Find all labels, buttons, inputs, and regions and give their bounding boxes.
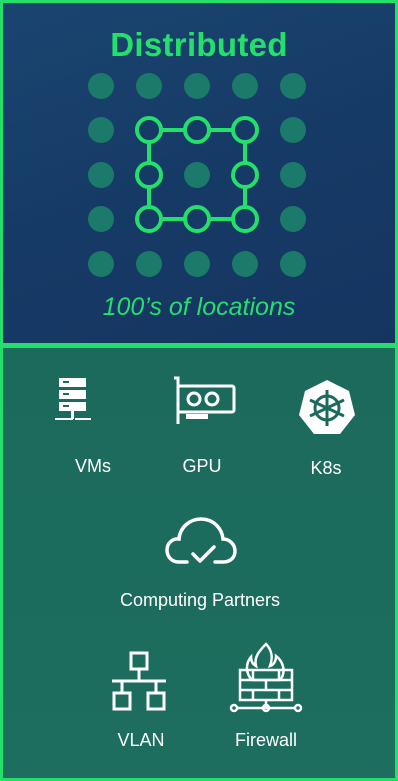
location-dot bbox=[136, 251, 162, 277]
vlan-label: VLAN bbox=[117, 730, 165, 750]
location-dot bbox=[88, 117, 114, 143]
location-dot bbox=[184, 251, 210, 277]
location-dot bbox=[232, 73, 258, 99]
loop-node bbox=[183, 205, 211, 233]
loop-node bbox=[231, 116, 259, 144]
server-rack-icon bbox=[55, 378, 91, 420]
location-dot bbox=[88, 73, 114, 99]
location-dot bbox=[280, 73, 306, 99]
kubernetes-icon bbox=[299, 380, 355, 434]
loop-node bbox=[135, 161, 163, 189]
location-dot bbox=[280, 251, 306, 277]
location-dot bbox=[88, 162, 114, 188]
location-dot bbox=[88, 251, 114, 277]
location-dot bbox=[184, 162, 210, 188]
loop-node bbox=[231, 205, 259, 233]
gpu-label: GPU bbox=[182, 456, 222, 476]
location-dot bbox=[184, 73, 210, 99]
loop-node bbox=[135, 116, 163, 144]
location-dot bbox=[88, 206, 114, 232]
vms-label: VMs bbox=[75, 456, 111, 476]
loop-node bbox=[183, 116, 211, 144]
location-dot bbox=[136, 73, 162, 99]
cloud-check-icon bbox=[165, 517, 237, 564]
location-dots bbox=[88, 73, 306, 277]
location-dot bbox=[280, 117, 306, 143]
panel-subtitle: 100’s of locations bbox=[102, 293, 296, 321]
location-dot bbox=[280, 206, 306, 232]
firewall-label: Firewall bbox=[234, 730, 297, 750]
k8s-label: K8s bbox=[310, 458, 342, 478]
firewall-icon bbox=[229, 642, 303, 713]
gpu-card-icon bbox=[174, 376, 236, 424]
location-dot bbox=[232, 251, 258, 277]
network-topology-icon bbox=[112, 651, 166, 711]
loop-node bbox=[231, 161, 259, 189]
location-dot bbox=[280, 162, 306, 188]
loop-node bbox=[135, 205, 163, 233]
partners-label: Computing Partners bbox=[119, 590, 281, 610]
